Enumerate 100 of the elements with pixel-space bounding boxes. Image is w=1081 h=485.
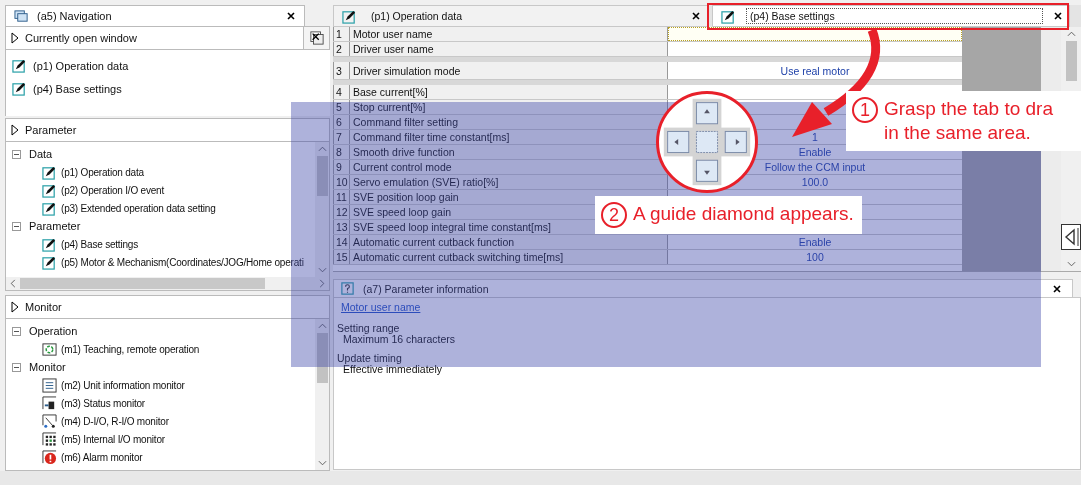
editor-tab[interactable]: (p4) Base settings	[712, 5, 1070, 27]
status-panel-icon	[42, 395, 57, 411]
row-number: 14	[333, 235, 350, 249]
tree-item[interactable]: (p1) Operation data	[6, 163, 315, 181]
tree-group-node[interactable]: Data	[6, 145, 315, 163]
edit-icon	[721, 8, 736, 24]
vertical-scrollbar[interactable]	[315, 319, 329, 470]
windows-icon	[14, 8, 29, 24]
close-windows-button[interactable]	[303, 27, 329, 49]
close-icon[interactable]	[286, 11, 296, 21]
edit-icon	[42, 200, 57, 216]
scroll-left-icon[interactable]	[10, 279, 16, 288]
grid-panel-icon	[42, 431, 57, 447]
row-number: 13	[333, 220, 350, 234]
parameter-value-cell[interactable]: 100	[668, 250, 962, 264]
vertical-scrollbar[interactable]	[315, 142, 329, 277]
scroll-right-icon[interactable]	[319, 279, 325, 288]
row-number: 5	[333, 100, 350, 114]
row-number: 9	[333, 160, 350, 174]
collapse-toggle-icon[interactable]	[12, 149, 21, 159]
section-header[interactable]: Parameter	[5, 118, 330, 142]
tree-group-node[interactable]: Parameter	[6, 217, 315, 235]
scroll-down-icon[interactable]	[317, 460, 327, 466]
parameter-name: Base current[%]	[350, 85, 668, 99]
row-number: 1	[333, 27, 350, 41]
section-title: Monitor	[25, 301, 62, 313]
close-icon[interactable]	[691, 11, 701, 21]
tree-group-node[interactable]: Operation	[6, 322, 315, 340]
tree-item[interactable]: (p5) Motor & Mechanism(Coordinates/JOG/Home operati	[6, 253, 315, 271]
parameter-name: Automatic current cutback switching time[ms]	[350, 250, 668, 264]
triangle-icon	[11, 32, 19, 44]
row-number: 3	[333, 62, 350, 79]
scroll-thumb[interactable]	[316, 333, 328, 383]
edit-icon	[42, 164, 57, 180]
parameter-link[interactable]: Motor user name	[341, 301, 421, 313]
triangle-icon	[11, 124, 19, 136]
horizontal-scrollbar[interactable]	[6, 277, 329, 290]
parameter-value-cell[interactable]: Enable	[668, 235, 962, 249]
tree-item[interactable]: (m2) Unit information monitor	[6, 376, 315, 394]
callout-text: Grasp the tab to dra	[884, 97, 1053, 121]
parameter-name: Motor user name	[350, 27, 668, 41]
collapse-toggle-icon[interactable]	[12, 362, 21, 372]
parameter-value-cell[interactable]: Use real motor	[668, 62, 962, 79]
close-all-icon	[309, 31, 324, 45]
row-number: 8	[333, 145, 350, 159]
tree-group-node[interactable]: Monitor	[6, 358, 315, 376]
row-number: 15	[333, 250, 350, 264]
scroll-thumb[interactable]	[1065, 41, 1077, 81]
tree-item[interactable]: (m3) Status monitor	[6, 394, 315, 412]
scroll-thumb[interactable]	[316, 156, 328, 196]
navigation-title: (a5) Navigation	[37, 10, 113, 22]
info-heading: Setting range	[337, 323, 400, 334]
edit-icon	[12, 58, 27, 73]
editor-tab[interactable]: (p1) Operation data	[333, 5, 708, 27]
callout-text: in the same area.	[884, 121, 1032, 145]
section-title: Parameter	[25, 124, 77, 136]
section-header[interactable]: Monitor	[5, 295, 330, 319]
edit-icon	[42, 182, 57, 198]
info-text: Effective immediately	[343, 364, 442, 375]
help-icon	[340, 281, 355, 296]
parameter-name: Automatic current cutback function	[350, 235, 668, 249]
row-number: 10	[333, 175, 350, 189]
section-header[interactable]: Currently open window	[5, 26, 330, 50]
navigation-tab[interactable]: (a5) Navigation	[5, 5, 305, 26]
info-heading: Update timing	[337, 353, 402, 364]
row-number: 2	[333, 42, 350, 56]
switch-icon	[42, 413, 57, 429]
parameter-name: Current control mode	[350, 160, 668, 174]
tree-item[interactable]: (p2) Operation I/O event	[6, 181, 315, 199]
row-number: 7	[333, 130, 350, 144]
edit-icon	[342, 8, 357, 24]
edit-icon	[42, 236, 57, 252]
info-text: Maximum 16 characters	[343, 334, 456, 345]
tree-item[interactable]: (m5) Internal I/O monitor	[6, 430, 315, 448]
open-window-item[interactable]: (p1) Operation data	[6, 54, 330, 77]
dock-left-icon[interactable]	[1061, 224, 1081, 250]
tree-item[interactable]: (m1) Teaching, remote operation	[6, 340, 315, 358]
scroll-thumb[interactable]	[20, 278, 265, 289]
close-icon[interactable]	[1052, 283, 1062, 294]
tree-item[interactable]: (p4) Base settings	[6, 235, 315, 253]
scroll-down-icon[interactable]	[1066, 261, 1076, 267]
collapse-toggle-icon[interactable]	[12, 326, 21, 336]
open-window-item[interactable]: (p4) Base settings	[6, 77, 330, 100]
scroll-up-icon[interactable]	[1066, 31, 1076, 37]
tree-item[interactable]: (p3) Extended operation data setting	[6, 199, 315, 217]
parameter-name: Servo emulation (SVE) ratio[%]	[350, 175, 668, 189]
scroll-down-icon[interactable]	[317, 267, 327, 273]
row-number: 12	[333, 205, 350, 219]
parameter-name: Driver simulation mode	[350, 62, 668, 79]
close-icon[interactable]	[1053, 11, 1063, 21]
info-panel-tab[interactable]: (a7) Parameter information	[333, 279, 1073, 297]
edit-icon	[12, 81, 27, 96]
collapse-toggle-icon[interactable]	[12, 221, 21, 231]
section-title: Currently open window	[25, 32, 137, 44]
tree-item[interactable]: (m4) D-I/O, R-I/O monitor	[6, 412, 315, 430]
scroll-up-icon[interactable]	[317, 323, 327, 329]
scroll-up-icon[interactable]	[317, 146, 327, 152]
tree-item[interactable]: (m6) Alarm monitor	[6, 448, 315, 466]
triangle-icon	[11, 301, 19, 313]
row-number: 6	[333, 115, 350, 129]
